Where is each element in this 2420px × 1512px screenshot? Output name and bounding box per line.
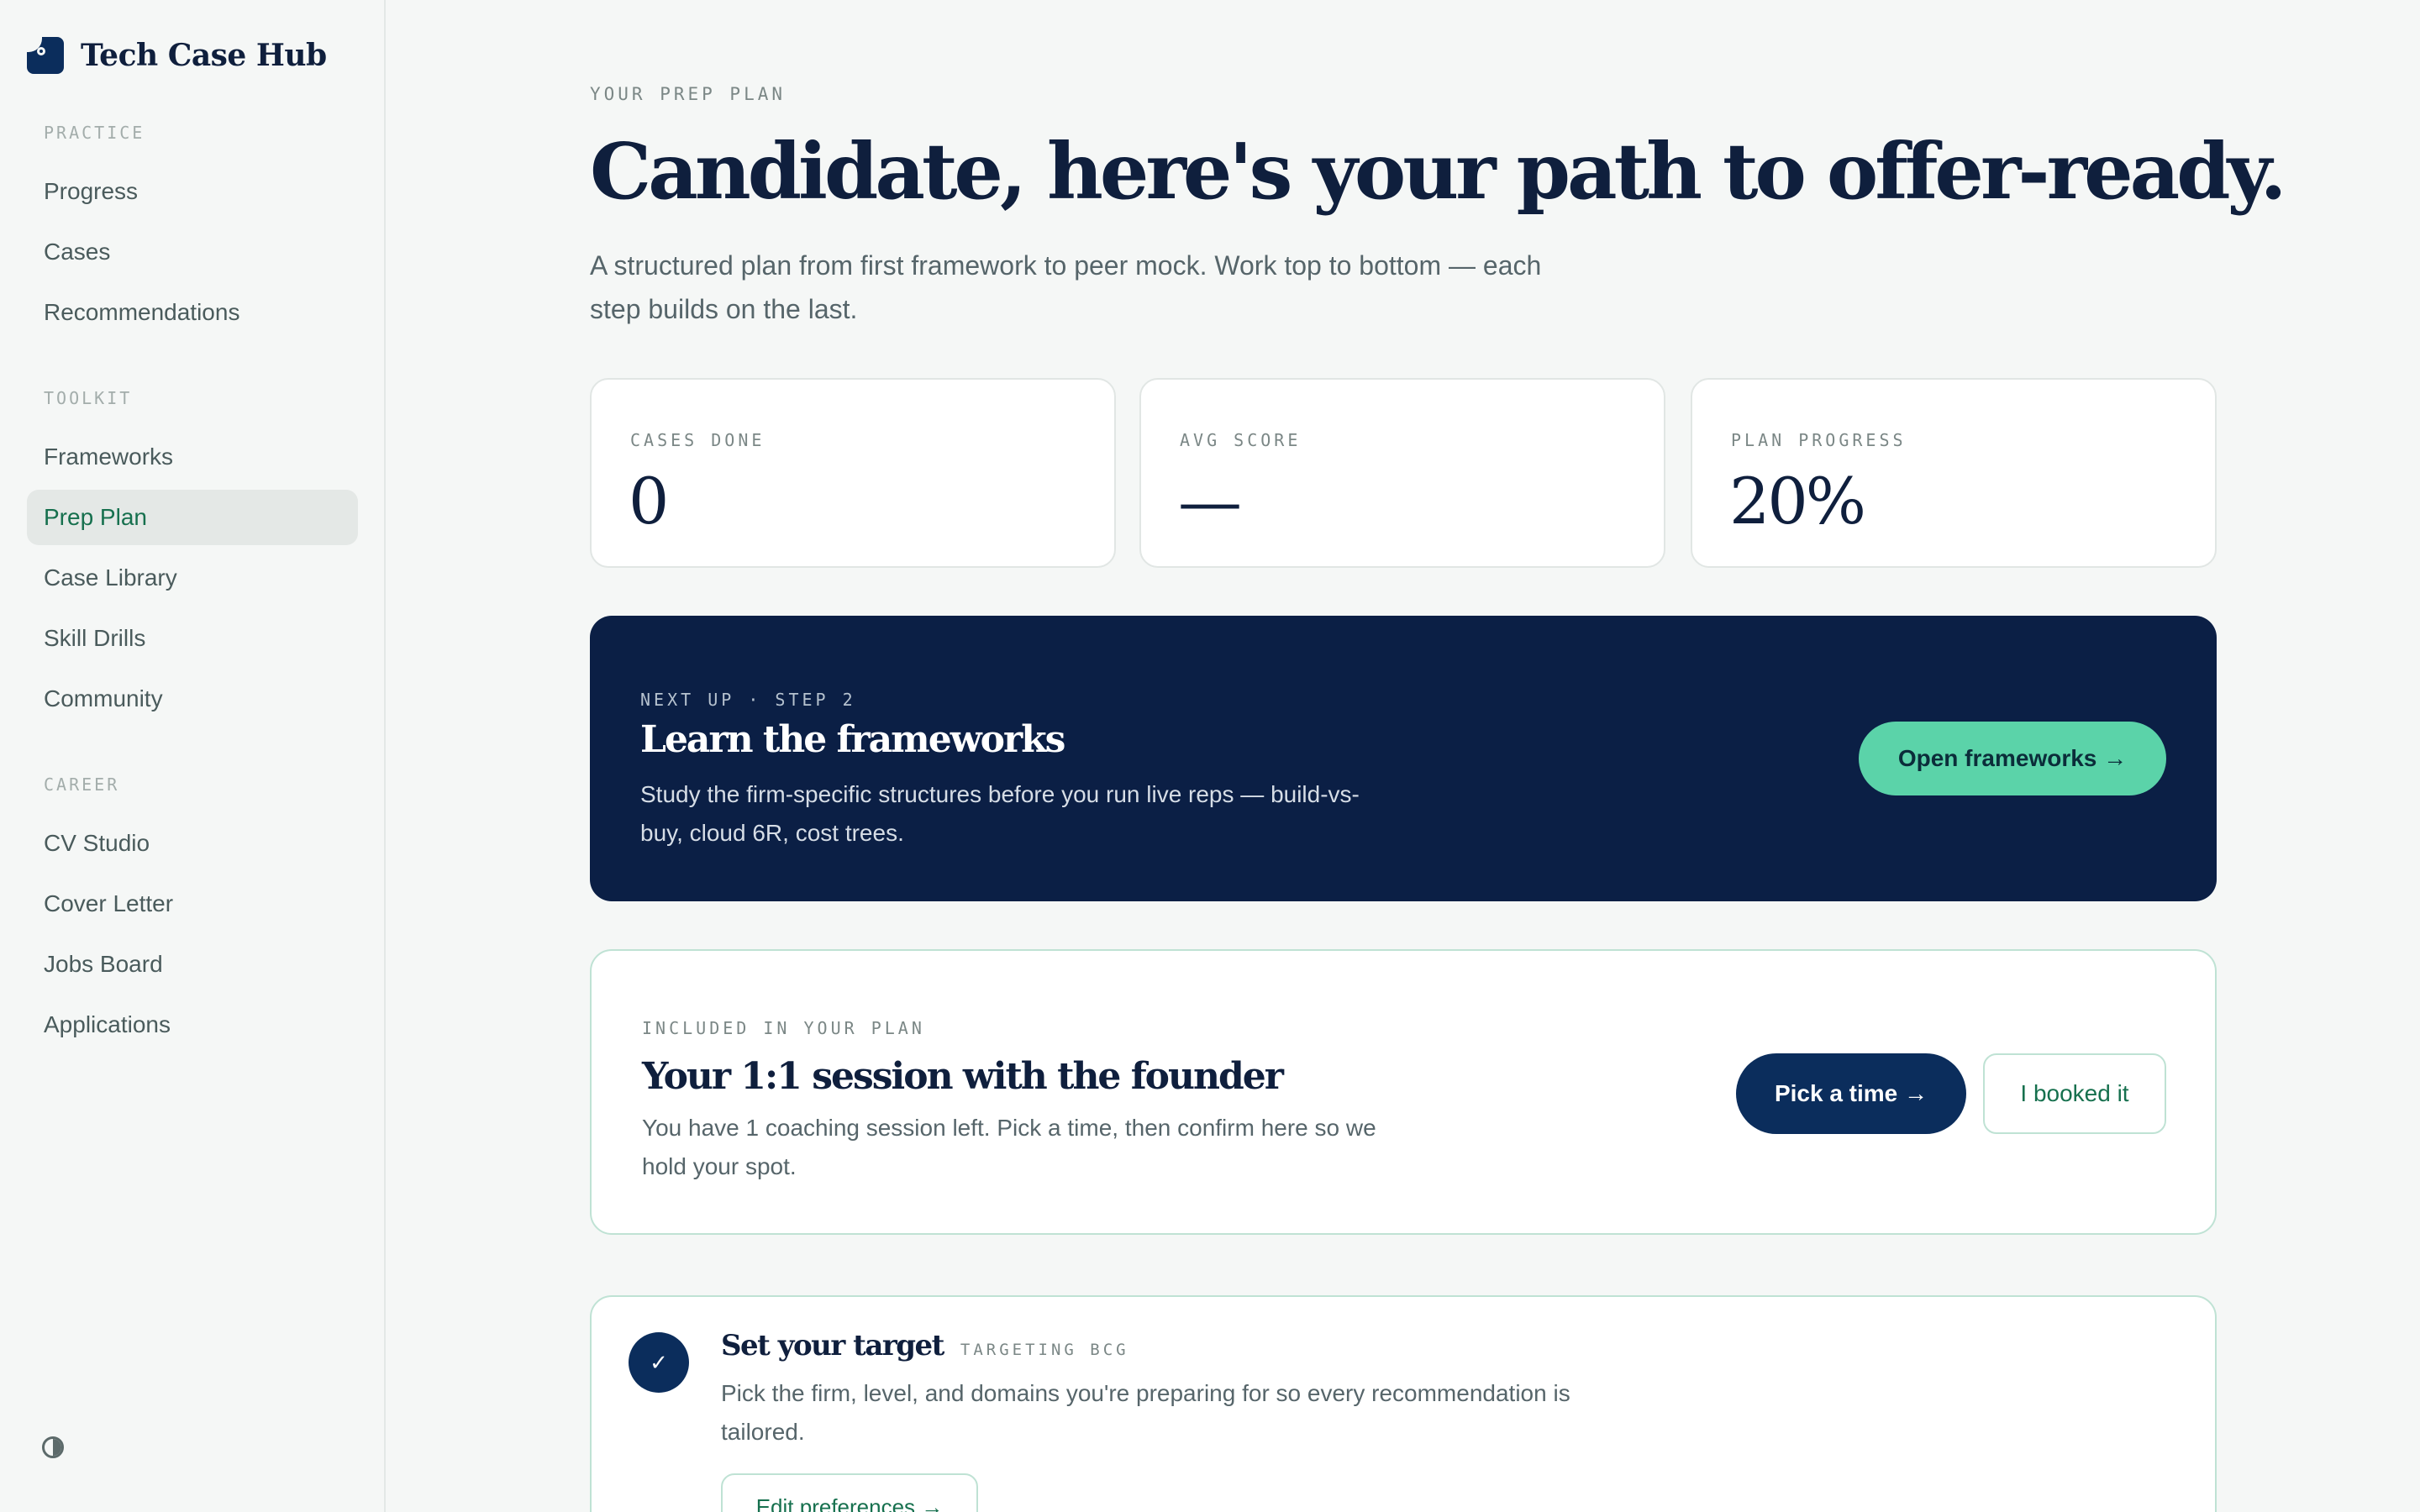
founder-session-card: INCLUDED IN YOUR PLAN Your 1:1 session w… (590, 949, 2217, 1235)
session-title: Your 1:1 session with the founder (642, 1055, 1284, 1098)
step-set-target-card: ✓ Set your target TARGETING BCG Pick the… (590, 1295, 2217, 1512)
sidebar-item-cases[interactable]: Cases (27, 224, 358, 280)
stat-label: CASES DONE (630, 430, 765, 450)
stat-card-plan-progress: PLAN PROGRESS 20% (1691, 378, 2217, 568)
sidebar-item-recommendations[interactable]: Recommendations (27, 285, 358, 340)
session-eyebrow: INCLUDED IN YOUR PLAN (642, 1018, 925, 1038)
stat-card-avg-score: AVG SCORE — (1139, 378, 1665, 568)
sidebar-item-cv-studio[interactable]: CV Studio (27, 816, 358, 871)
nav-group-label-toolkit: TOOLKIT (44, 388, 133, 408)
page-subtitle: A structured plan from first framework t… (590, 250, 1542, 324)
stat-label: AVG SCORE (1180, 430, 1302, 450)
page-title: Candidate, here's your path to offer-rea… (590, 126, 2286, 217)
sidebar-item-jobs-board[interactable]: Jobs Board (27, 937, 358, 992)
pick-a-time-button[interactable]: Pick a time → (1736, 1053, 1966, 1134)
sidebar: Tech Case Hub PRACTICE Progress Cases Re… (0, 0, 386, 1512)
stat-value: — (1178, 464, 1242, 538)
nav-group-label-practice: PRACTICE (44, 123, 145, 143)
sidebar-item-applications[interactable]: Applications (27, 997, 358, 1053)
nav-group-label-career: CAREER (44, 774, 120, 795)
step-title: Set your target (721, 1329, 944, 1362)
sidebar-item-prep-plan[interactable]: Prep Plan (27, 490, 358, 545)
stat-label: PLAN PROGRESS (1731, 430, 1907, 450)
step-tag: TARGETING BCG (960, 1341, 1129, 1359)
next-up-title: Learn the frameworks (640, 718, 1065, 761)
sidebar-item-frameworks[interactable]: Frameworks (27, 429, 358, 485)
i-booked-it-button[interactable]: I booked it (1983, 1053, 2166, 1134)
sidebar-item-cover-letter[interactable]: Cover Letter (27, 876, 358, 932)
sidebar-item-progress[interactable]: Progress (27, 164, 358, 219)
stat-value: 20% (1729, 464, 1866, 538)
page-eyebrow: YOUR PREP PLAN (590, 84, 786, 104)
stat-card-cases-done: CASES DONE 0 (590, 378, 1116, 568)
stat-value: 0 (629, 464, 669, 538)
sidebar-item-skill-drills[interactable]: Skill Drills (27, 611, 358, 666)
check-icon: ✓ (629, 1332, 689, 1393)
sidebar-item-community[interactable]: Community (27, 671, 358, 727)
session-text: You have 1 coaching session left. Pick a… (642, 1115, 1376, 1179)
sidebar-item-case-library[interactable]: Case Library (27, 550, 358, 606)
contrast-icon[interactable] (42, 1436, 64, 1458)
edit-preferences-button[interactable]: Edit preferences → (721, 1473, 978, 1512)
next-up-eyebrow: NEXT UP · STEP 2 (640, 690, 856, 710)
next-up-text: Study the firm-specific structures befor… (640, 781, 1360, 846)
brand-name: Tech Case Hub (81, 38, 327, 73)
brand[interactable]: Tech Case Hub (27, 37, 327, 74)
open-frameworks-button[interactable]: Open frameworks → (1859, 722, 2166, 795)
step-text: Pick the firm, level, and domains you're… (721, 1380, 1570, 1445)
brand-logo-icon (27, 37, 64, 74)
next-up-card: NEXT UP · STEP 2 Learn the frameworks St… (590, 616, 2217, 901)
